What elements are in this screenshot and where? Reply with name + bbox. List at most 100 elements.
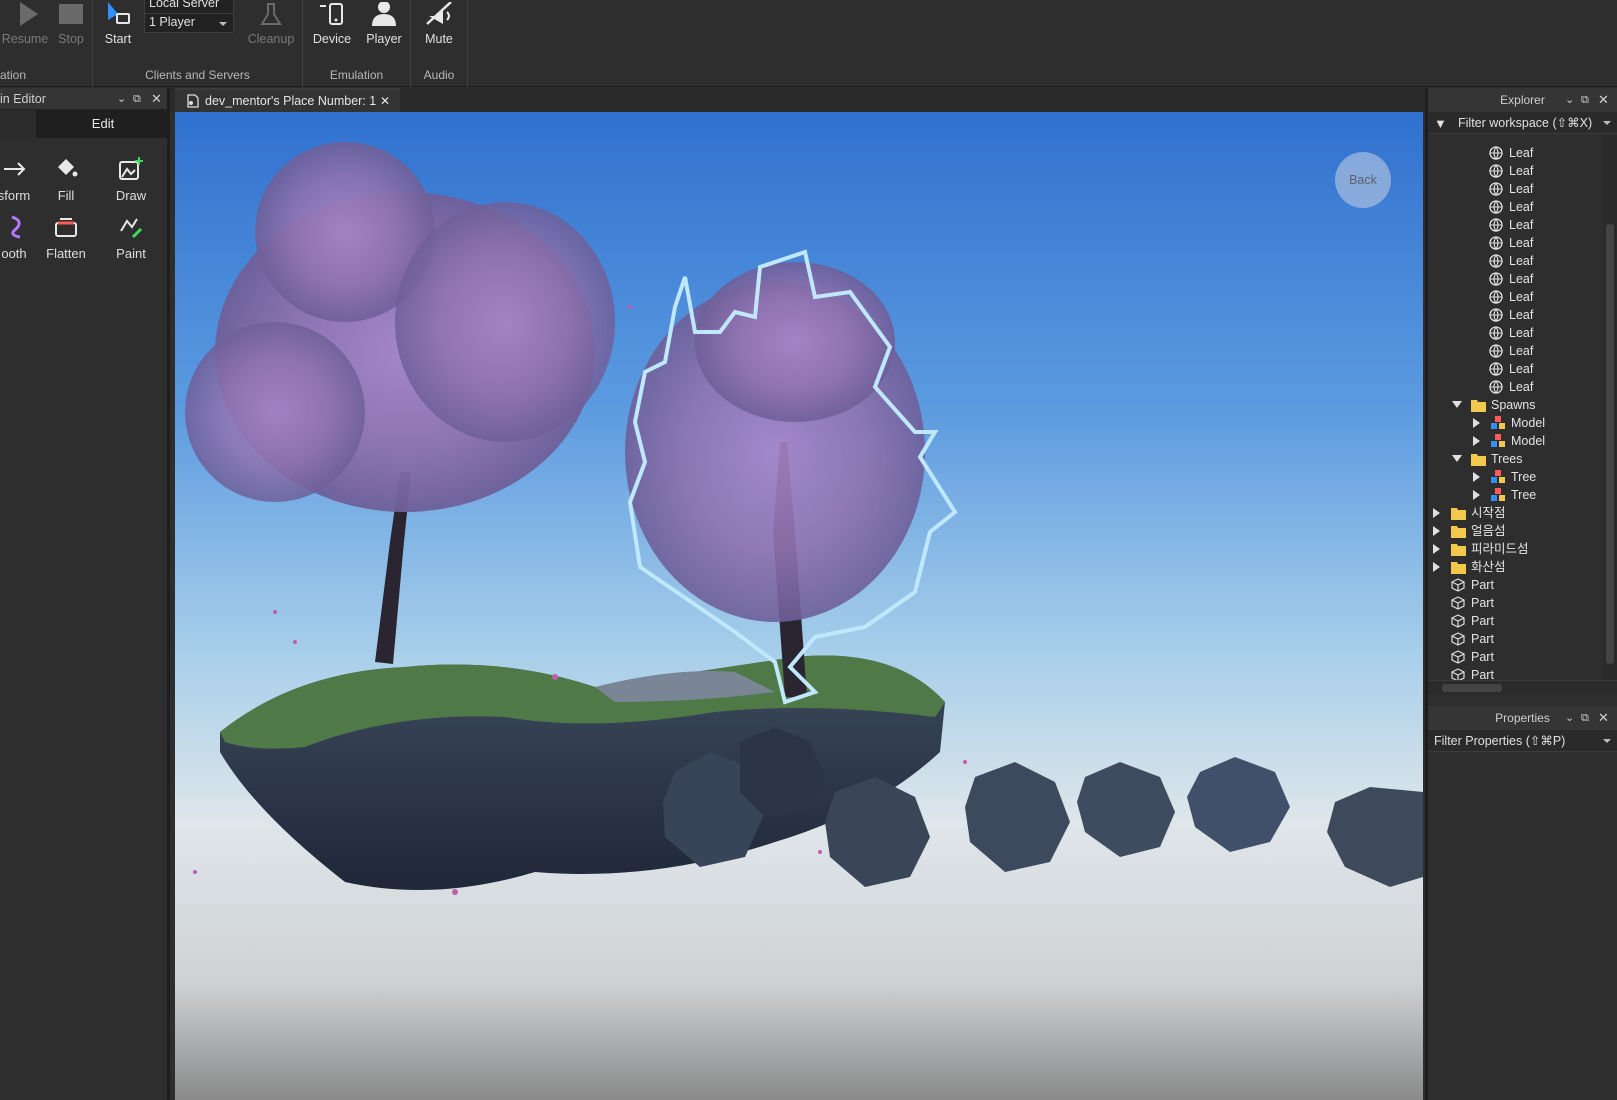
chevron-right-icon[interactable] (1432, 504, 1442, 522)
tree-item-leaf[interactable]: Leaf (1488, 144, 1533, 162)
chevron-down-icon[interactable]: ⌄ (117, 88, 126, 110)
group-audio: Mute Audio (411, 0, 468, 87)
scrollbar-thumb[interactable] (1442, 684, 1502, 692)
tree-item-part[interactable]: Part (1450, 576, 1494, 594)
stepping-rocks (663, 727, 1423, 887)
globe-icon (1488, 163, 1504, 179)
start-button[interactable]: Start (93, 0, 143, 50)
chevron-down-icon (1603, 739, 1611, 743)
back-button[interactable]: Back (1335, 152, 1391, 208)
chevron-right-icon[interactable] (1472, 486, 1482, 504)
group-label-clients-servers: Clients and Servers (145, 68, 250, 82)
close-icon[interactable]: ✕ (1598, 88, 1609, 112)
tab-edit[interactable]: Edit (36, 110, 170, 138)
globe-icon (1488, 343, 1504, 359)
tree-item-part[interactable]: Part (1450, 666, 1494, 680)
tree-item-trees-folder[interactable]: Trees (1452, 450, 1523, 468)
tree-item-leaf[interactable]: Leaf (1488, 288, 1533, 306)
tree-item-leaf[interactable]: Leaf (1488, 306, 1533, 324)
chevron-down-icon[interactable]: ⌄ (1565, 706, 1574, 730)
tree-item-part[interactable]: Part (1450, 648, 1494, 666)
person-icon (359, 0, 409, 26)
close-tab-icon[interactable]: ✕ (380, 90, 390, 112)
tree-item-folder-volcano[interactable]: 화산섬 (1432, 558, 1506, 576)
tree-item-leaf[interactable]: Leaf (1488, 270, 1533, 288)
chevron-down-icon[interactable] (1452, 450, 1462, 468)
tree-item-leaf[interactable]: Leaf (1488, 252, 1533, 270)
globe-icon (1488, 289, 1504, 305)
broom-icon (243, 0, 299, 26)
mute-button[interactable]: Mute (414, 0, 464, 50)
explorer-vertical-scrollbar[interactable] (1603, 134, 1617, 680)
close-icon[interactable]: ✕ (151, 88, 162, 110)
paint-bucket-icon (36, 154, 96, 184)
filter-icon: ▼ (1434, 116, 1447, 131)
stop-button[interactable]: Stop (46, 0, 96, 50)
globe-icon (1488, 235, 1504, 251)
undock-icon[interactable]: ⧉ (133, 88, 141, 110)
chevron-right-icon[interactable] (1432, 540, 1442, 558)
part-cube-icon (1450, 595, 1466, 611)
globe-icon (1488, 361, 1504, 377)
draw-tool[interactable]: Draw (101, 154, 161, 203)
tree-item-part[interactable]: Part (1450, 594, 1494, 612)
cleanup-button[interactable]: Cleanup (243, 0, 299, 50)
scrollbar-thumb[interactable] (1606, 224, 1614, 664)
blossom-tree-left (185, 142, 615, 664)
tree-item-leaf[interactable]: Leaf (1488, 162, 1533, 180)
properties-filter-input[interactable]: Filter Properties (⇧⌘P) (1428, 730, 1617, 752)
player-count-select[interactable]: 1 Player (144, 13, 234, 33)
tree-item-part[interactable]: Part (1450, 630, 1494, 648)
close-icon[interactable]: ✕ (1598, 706, 1609, 730)
tree-item-leaf[interactable]: Leaf (1488, 360, 1533, 378)
part-cube-icon (1450, 577, 1466, 593)
tree-item-folder-start[interactable]: 시작점 (1432, 504, 1506, 522)
player-button[interactable]: Player (359, 0, 409, 50)
terrain-editor-title: in Editor (0, 92, 46, 106)
globe-icon (1488, 379, 1504, 395)
server-type-select[interactable]: Local Server (144, 0, 234, 14)
tree-item-model[interactable]: Model (1472, 414, 1545, 432)
fill-tool[interactable]: Fill (36, 154, 96, 203)
explorer-horizontal-scrollbar[interactable] (1428, 680, 1617, 694)
tree-item-folder-ice[interactable]: 얼음섬 (1432, 522, 1506, 540)
tree-item-leaf[interactable]: Leaf (1488, 234, 1533, 252)
chevron-right-icon[interactable] (1432, 558, 1442, 576)
tree-item-leaf[interactable]: Leaf (1488, 342, 1533, 360)
chevron-right-icon[interactable] (1432, 522, 1442, 540)
paint-terrain-icon (101, 212, 161, 242)
chevron-right-icon[interactable] (1472, 432, 1482, 450)
folder-icon (1450, 523, 1466, 539)
tree-item-folder-pyramid[interactable]: 피라미드섬 (1432, 540, 1529, 558)
tree-item-spawns-folder[interactable]: Spawns (1452, 396, 1535, 414)
chevron-down-icon[interactable] (1452, 396, 1462, 414)
device-icon (307, 0, 357, 26)
model-icon (1490, 415, 1506, 431)
paint-tool[interactable]: Paint (101, 212, 161, 261)
globe-icon (1488, 271, 1504, 287)
undock-icon[interactable]: ⧉ (1581, 706, 1589, 730)
tree-item-part[interactable]: Part (1450, 612, 1494, 630)
tree-item-tree[interactable]: Tree (1472, 486, 1536, 504)
device-button[interactable]: Device (307, 0, 357, 50)
tree-item-model[interactable]: Model (1472, 432, 1545, 450)
tree-item-tree[interactable]: Tree (1472, 468, 1536, 486)
undock-icon[interactable]: ⧉ (1581, 88, 1589, 112)
resume-button[interactable]: Resume (0, 0, 50, 50)
roblox-studio-window: Resume Stop ation Start Local Server 1 P… (0, 0, 1617, 1100)
ribbon-toolbar: Resume Stop ation Start Local Server 1 P… (0, 0, 1617, 87)
tab-place-document[interactable]: dev_mentor's Place Number: 1 ✕ (175, 88, 400, 112)
flatten-tool[interactable]: Flatten (36, 212, 96, 261)
tree-item-leaf[interactable]: Leaf (1488, 180, 1533, 198)
tree-item-leaf[interactable]: Leaf (1488, 216, 1533, 234)
chevron-right-icon[interactable] (1472, 468, 1482, 486)
tree-item-leaf[interactable]: Leaf (1488, 198, 1533, 216)
3d-viewport[interactable]: Back (175, 112, 1423, 1100)
group-simulation: Resume Stop ation (0, 0, 93, 87)
chevron-down-icon[interactable]: ⌄ (1565, 88, 1574, 112)
explorer-filter-input[interactable]: ▼ Filter workspace (⇧⌘X) (1428, 112, 1617, 134)
part-cube-icon (1450, 649, 1466, 665)
chevron-right-icon[interactable] (1472, 414, 1482, 432)
tree-item-leaf[interactable]: Leaf (1488, 324, 1533, 342)
tree-item-leaf[interactable]: Leaf (1488, 378, 1533, 396)
